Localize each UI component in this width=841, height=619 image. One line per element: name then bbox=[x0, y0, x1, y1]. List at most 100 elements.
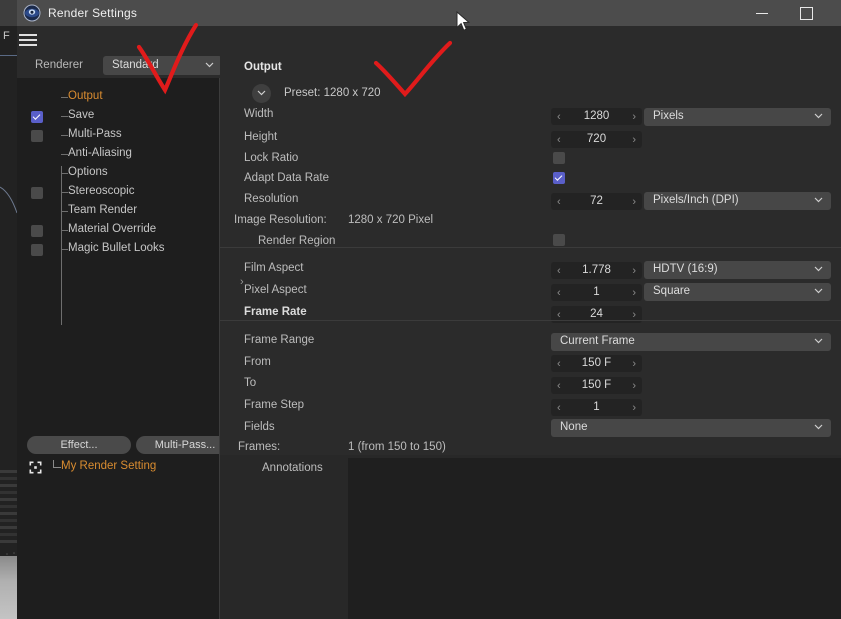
tree-branch-dash bbox=[61, 211, 68, 212]
tree-item-label: Magic Bullet Looks bbox=[68, 242, 165, 254]
tree-item-save[interactable]: Save bbox=[17, 107, 219, 126]
frames-value: 1 (from 150 to 150) bbox=[348, 441, 446, 453]
increment-icon[interactable]: › bbox=[632, 111, 636, 123]
preset-collapse-toggle[interactable] bbox=[252, 84, 271, 103]
increment-icon[interactable]: › bbox=[632, 196, 636, 208]
frame-range-dropdown[interactable]: Current Frame bbox=[551, 333, 831, 351]
increment-icon[interactable]: › bbox=[632, 287, 636, 299]
film-aspect-value: 1.778 bbox=[582, 264, 611, 276]
background-menu-item[interactable]: F bbox=[3, 30, 10, 42]
window-menu-strip bbox=[17, 26, 841, 46]
lock-ratio-checkbox[interactable] bbox=[553, 152, 565, 164]
renderer-label: Renderer bbox=[35, 59, 83, 71]
resolution-unit-value: Pixels/Inch (DPI) bbox=[653, 194, 739, 206]
tree-item-material-override[interactable]: Material Override bbox=[17, 221, 219, 240]
tree-item-label: Material Override bbox=[68, 223, 157, 235]
chevron-down-icon bbox=[814, 338, 823, 344]
window-titlebar[interactable]: Render Settings bbox=[17, 0, 841, 26]
hamburger-menu-icon[interactable] bbox=[17, 31, 39, 46]
tree-item-label: Save bbox=[68, 109, 95, 121]
tree-item-checkbox[interactable] bbox=[31, 244, 43, 256]
tree-item-magic-bullet-looks[interactable]: Magic Bullet Looks bbox=[17, 240, 219, 259]
increment-icon[interactable]: › bbox=[632, 358, 636, 370]
image-resolution-value: 1280 x 720 Pixel bbox=[348, 214, 434, 226]
height-value: 720 bbox=[586, 133, 607, 145]
active-render-setting-label: My Render Setting bbox=[61, 460, 157, 472]
pixel-aspect-value: 1 bbox=[593, 286, 600, 298]
fields-dropdown[interactable]: None bbox=[551, 419, 831, 437]
height-label: Height bbox=[244, 131, 278, 143]
film-aspect-label: Film Aspect bbox=[244, 262, 304, 274]
tree-item-checkbox[interactable] bbox=[31, 225, 43, 237]
tree-item-checkbox[interactable] bbox=[31, 187, 43, 199]
tree-branch-dash bbox=[61, 97, 68, 98]
from-label: From bbox=[244, 356, 271, 368]
fields-value: None bbox=[560, 421, 588, 433]
increment-icon[interactable]: › bbox=[632, 265, 636, 277]
tree-item-multi-pass[interactable]: Multi-Pass bbox=[17, 126, 219, 145]
screenshot-root: F Render Settings Renderer Standard Outp… bbox=[0, 0, 841, 619]
render-region-label: Render Region bbox=[258, 235, 336, 247]
tree-item-label: Stereoscopic bbox=[68, 185, 135, 197]
render-settings-window: Render Settings Renderer Standard Output bbox=[17, 0, 841, 619]
increment-icon[interactable]: › bbox=[632, 134, 636, 146]
width-unit-dropdown[interactable]: Pixels bbox=[644, 108, 831, 126]
output-section-title: Output bbox=[244, 61, 282, 73]
tree-item-team-render[interactable]: Team Render bbox=[17, 202, 219, 221]
tree-item-label: Team Render bbox=[68, 204, 138, 216]
tree-item-checkbox[interactable] bbox=[31, 130, 43, 142]
adapt-data-rate-label: Adapt Data Rate bbox=[244, 172, 330, 184]
renderer-dropdown[interactable]: Standard bbox=[103, 56, 222, 75]
tree-item-output[interactable]: Output bbox=[17, 88, 219, 107]
to-value: 150 F bbox=[581, 379, 612, 391]
pixel-aspect-input[interactable]: ‹ 1 › bbox=[551, 284, 642, 301]
film-aspect-preset-dropdown[interactable]: HDTV (16:9) bbox=[644, 261, 831, 279]
minimize-button[interactable] bbox=[740, 0, 784, 26]
render-region-checkbox[interactable] bbox=[553, 234, 565, 246]
tree-item-label: Options bbox=[68, 166, 108, 178]
tree-item-label: Output bbox=[68, 90, 103, 102]
tree-item-stereoscopic[interactable]: Stereoscopic bbox=[17, 183, 219, 202]
lock-ratio-label: Lock Ratio bbox=[244, 152, 299, 164]
frame-step-input[interactable]: ‹ 1 › bbox=[551, 399, 642, 416]
cinema4d-orb-icon bbox=[23, 4, 41, 22]
chevron-down-icon bbox=[814, 424, 823, 430]
tree-item-label: Multi-Pass bbox=[68, 128, 122, 140]
section-separator bbox=[220, 320, 841, 321]
effect-button[interactable]: Effect... bbox=[27, 436, 131, 454]
film-aspect-input[interactable]: ‹ 1.778 › bbox=[551, 262, 642, 279]
from-input[interactable]: ‹ 150 F › bbox=[551, 355, 642, 372]
tree-connector-horizontal bbox=[53, 467, 61, 468]
increment-icon[interactable]: › bbox=[632, 402, 636, 414]
frame-rate-label: Frame Rate bbox=[244, 306, 307, 318]
chevron-down-icon bbox=[814, 197, 823, 203]
width-input[interactable]: ‹ 1280 › bbox=[551, 108, 642, 125]
maximize-button[interactable] bbox=[784, 0, 828, 26]
background-curve-decoration bbox=[0, 186, 18, 214]
resolution-input[interactable]: ‹ 72 › bbox=[551, 193, 642, 210]
background-gradient-strip bbox=[0, 556, 17, 619]
chevron-down-icon bbox=[814, 113, 823, 119]
active-render-setting-row[interactable]: My Render Setting bbox=[17, 458, 219, 477]
tree-item-anti-aliasing[interactable]: Anti-Aliasing bbox=[17, 145, 219, 164]
tree-branch-dash bbox=[61, 135, 68, 136]
height-input[interactable]: ‹ 720 › bbox=[551, 131, 642, 148]
width-label: Width bbox=[244, 108, 274, 120]
tree-branch-dash bbox=[61, 230, 68, 231]
pixel-aspect-label: Pixel Aspect bbox=[244, 284, 307, 296]
resolution-unit-dropdown[interactable]: Pixels/Inch (DPI) bbox=[644, 192, 831, 210]
width-unit-value: Pixels bbox=[653, 110, 684, 122]
pixel-aspect-preset-dropdown[interactable]: Square bbox=[644, 283, 831, 301]
frame-step-value: 1 bbox=[593, 401, 600, 413]
tree-item-options[interactable]: Options bbox=[17, 164, 219, 183]
annotations-textarea[interactable] bbox=[348, 458, 841, 619]
to-input[interactable]: ‹ 150 F › bbox=[551, 377, 642, 394]
film-aspect-preset-value: HDTV (16:9) bbox=[653, 263, 718, 275]
resolution-label: Resolution bbox=[244, 193, 299, 205]
tree-item-checkbox[interactable] bbox=[31, 111, 43, 123]
adapt-data-rate-checkbox[interactable] bbox=[553, 172, 565, 184]
increment-icon[interactable]: › bbox=[632, 380, 636, 392]
chevron-down-icon bbox=[257, 90, 266, 96]
render-active-icon[interactable] bbox=[29, 461, 42, 474]
from-value: 150 F bbox=[581, 357, 612, 369]
